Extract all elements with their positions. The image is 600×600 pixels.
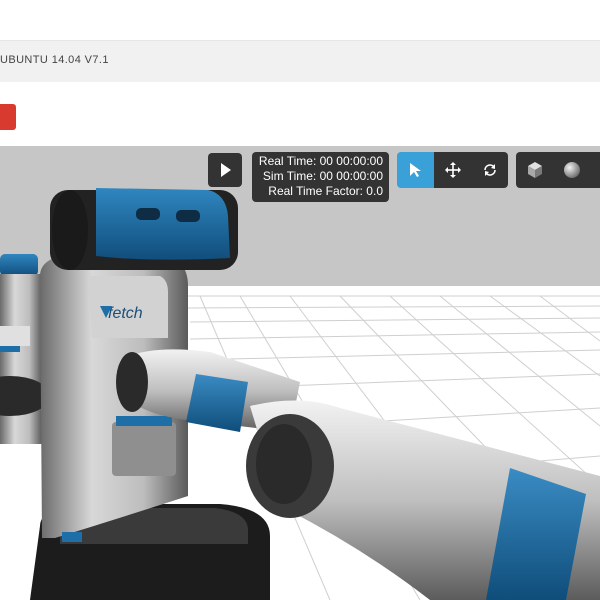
- box-icon: [527, 162, 542, 178]
- robot-head: [50, 188, 238, 270]
- gazebo-viewport[interactable]: fetch Real Time: 00 00:00:00 Sim Time: 0…: [0, 146, 600, 600]
- shoulder-mount: [112, 416, 176, 476]
- machine-title: UBUNTU 14.04 V7.1: [0, 54, 109, 66]
- box-shape-button[interactable]: [516, 152, 553, 188]
- rotate-tool-button[interactable]: [471, 152, 508, 188]
- red-action-button[interactable]: [0, 104, 16, 130]
- sim-time: Sim Time: 00 00:00:00: [262, 169, 383, 183]
- translate-tool-button[interactable]: [434, 152, 471, 188]
- action-strip: [0, 82, 600, 146]
- rotate-icon: [483, 164, 496, 176]
- time-panel: Real Time: 00 00:00:00 Sim Time: 00 00:0…: [252, 152, 389, 202]
- cursor-icon: [409, 163, 421, 177]
- manipulation-toolbar: [397, 152, 508, 188]
- real-time-factor: Real Time Factor: 0.0: [268, 184, 383, 198]
- browser-page: UBUNTU 14.04 V7.1 fetch Real Time: 00 00…: [0, 0, 600, 600]
- play-icon: [221, 163, 231, 177]
- shape-toolbar: [516, 152, 600, 188]
- cylinder-shape-button[interactable]: [590, 152, 600, 188]
- play-button[interactable]: [208, 153, 242, 187]
- top-bar: UBUNTU 14.04 V7.1: [0, 40, 600, 84]
- 3d-scene[interactable]: fetch: [0, 146, 600, 600]
- fetch-logo: fetch: [108, 305, 143, 322]
- sphere-icon: [563, 162, 580, 178]
- sphere-shape-button[interactable]: [553, 152, 590, 188]
- move-arrows-icon: [444, 162, 461, 178]
- select-tool-button[interactable]: [397, 152, 434, 188]
- real-time: Real Time: 00 00:00:00: [258, 154, 383, 168]
